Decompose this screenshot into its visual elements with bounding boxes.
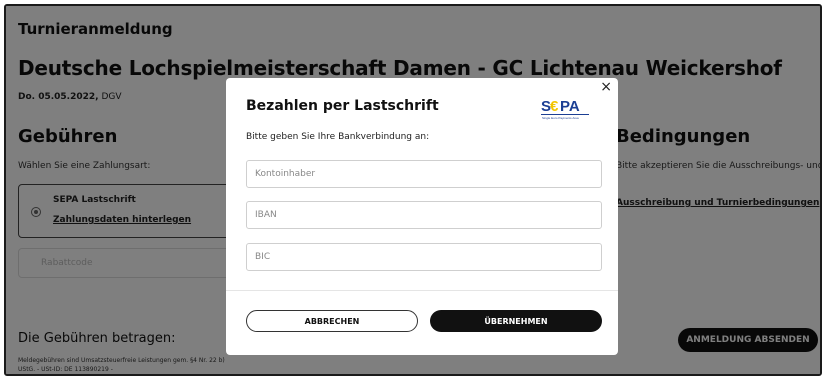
account-holder-input[interactable]	[246, 160, 602, 188]
app-frame: Turnieranmeldung Deutsche Lochspielmeist…	[4, 4, 822, 376]
cancel-button[interactable]: ABBRECHEN	[246, 310, 418, 332]
dialog-title: Bezahlen per Lastschrift	[246, 98, 439, 114]
svg-text:PA: PA	[560, 98, 580, 115]
apply-button[interactable]: ÜBERNEHMEN	[430, 310, 602, 332]
bic-input[interactable]	[246, 243, 602, 271]
sepa-logo-subtext: Single Euro Payments Area	[542, 116, 579, 120]
iban-input[interactable]	[246, 201, 602, 229]
dialog-footer-divider	[226, 290, 618, 291]
dialog-subtitle: Bitte geben Sie Ihre Bankverbindung an:	[246, 132, 430, 142]
sepa-logo-icon: S € PA Single Euro Payments Area	[541, 98, 589, 120]
svg-text:€: €	[550, 98, 559, 115]
sepa-direct-debit-dialog: Bezahlen per Lastschrift × S € PA Single…	[226, 78, 618, 355]
close-icon[interactable]: ×	[600, 80, 612, 94]
